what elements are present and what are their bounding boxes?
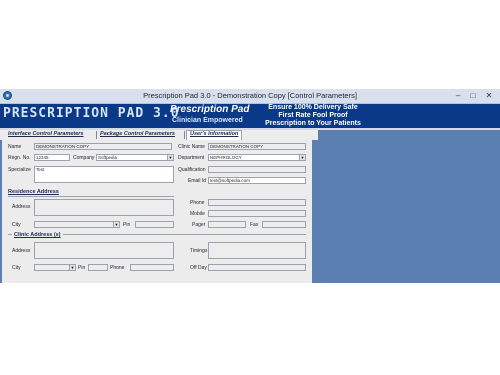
clinic-address-heading: Clinic Address (s) [12, 232, 63, 238]
residence-city-select[interactable]: ▼ [34, 221, 120, 228]
residence-phone-label: Phone [190, 200, 205, 206]
email-field[interactable]: test@softpedia.com [208, 177, 306, 184]
clinic-address-field[interactable] [34, 242, 174, 259]
clinic-offday-field[interactable] [208, 264, 306, 271]
app-logo: PRESCRIPTION PAD 3.0 [3, 106, 180, 121]
department-select[interactable]: NEPHROLOGY ▼ [208, 154, 306, 161]
clinic-address-label: Address [12, 248, 31, 254]
application-window: Prescription Pad 3.0 - Demonstration Cop… [0, 89, 500, 283]
clinic-timings-label: Timings [190, 248, 208, 254]
clinic-pin-field[interactable] [88, 264, 108, 271]
minimize-button[interactable]: – [452, 91, 464, 101]
residence-address-field[interactable] [34, 199, 174, 216]
maximize-button[interactable]: □ [467, 91, 479, 101]
chevron-down-icon[interactable]: ▼ [113, 222, 119, 227]
regn-no-label: Regn. No. [8, 155, 31, 161]
clinic-city-label: City [12, 265, 21, 271]
tab-package-control-parameters[interactable]: Package Control Parameters [100, 131, 175, 137]
residence-mobile-field[interactable] [208, 210, 306, 217]
residence-phone-field[interactable] [208, 199, 306, 206]
name-label: Name [8, 144, 22, 150]
clinic-timings-field[interactable] [208, 242, 306, 259]
qualification-field[interactable] [208, 166, 306, 173]
users-information-panel: Name DEMONSTRATION COPY Clinic Name DEMO… [2, 140, 312, 283]
slogan-line-2: First Rate Fool Proof [278, 112, 348, 119]
tab-strip: Interface Control Parameters Package Con… [0, 130, 318, 141]
tab-interface-control-parameters[interactable]: Interface Control Parameters [8, 131, 84, 137]
residence-address-label: Address [12, 204, 31, 210]
tab-separator [184, 131, 185, 139]
header-banner: PRESCRIPTION PAD 3.0 Prescription Pad Cl… [0, 104, 500, 130]
company-select[interactable]: Softpedia ▼ [96, 154, 174, 161]
slogan-line-1: Ensure 100% Delivery Safe [268, 104, 358, 111]
specialize-field[interactable]: Test [34, 166, 174, 183]
email-label: Email Id [188, 178, 207, 184]
clinic-offday-label: Off Day [190, 265, 207, 271]
section-divider [8, 196, 174, 197]
residence-fax-field[interactable] [262, 221, 306, 228]
department-label: Department [178, 155, 205, 161]
residence-city-label: City [12, 222, 21, 228]
name-field[interactable]: DEMONSTRATION COPY [34, 143, 172, 150]
clinic-city-select[interactable]: ▼ [34, 264, 76, 271]
chevron-down-icon[interactable]: ▼ [299, 155, 305, 160]
residence-pager-label: Pager [192, 222, 206, 228]
company-label: Company [73, 155, 95, 161]
residence-mobile-label: Mobile [190, 211, 205, 217]
close-button[interactable]: ✕ [483, 91, 495, 101]
tab-separator [96, 131, 97, 139]
clinic-name-field[interactable]: DEMONSTRATION COPY [208, 143, 306, 150]
product-name: Prescription Pad [170, 104, 250, 115]
residence-pager-field[interactable] [208, 221, 246, 228]
title-bar: Prescription Pad 3.0 - Demonstration Cop… [0, 89, 500, 104]
slogan-line-3: Prescription to Your Patients [265, 120, 361, 127]
specialize-label: Specialize [8, 167, 31, 173]
chevron-down-icon[interactable]: ▼ [69, 265, 75, 270]
company-value: Softpedia [98, 155, 118, 160]
residence-pin-field[interactable] [135, 221, 174, 228]
department-value: NEPHROLOGY [210, 155, 242, 160]
clinic-pin-label: Pin [78, 265, 86, 271]
clinic-phone-label: Phone [110, 265, 125, 271]
qualification-label: Qualification [178, 167, 206, 173]
product-tagline: Clinician Empowered [172, 117, 243, 124]
clinic-name-label: Clinic Name [178, 144, 205, 150]
chevron-down-icon[interactable]: ▼ [167, 155, 173, 160]
regn-no-field[interactable]: 12345 [34, 154, 70, 161]
residence-pin-label: Pin [123, 222, 131, 228]
clinic-phone-field[interactable] [130, 264, 174, 271]
residence-address-heading: Residence Address [8, 189, 59, 195]
window-title: Prescription Pad 3.0 - Demonstration Cop… [143, 91, 357, 100]
residence-fax-label: Fax [250, 222, 259, 228]
